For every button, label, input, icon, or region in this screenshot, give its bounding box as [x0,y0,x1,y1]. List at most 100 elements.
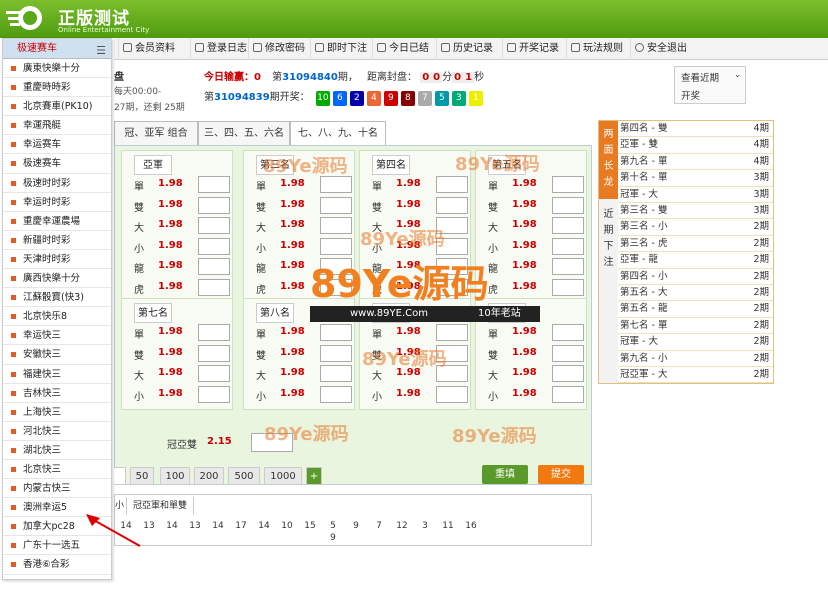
submit-button[interactable]: 提交 [538,465,584,484]
bet-amount-input[interactable] [320,237,352,255]
bet-amount-input[interactable] [198,237,230,255]
long-dragon-panel: 两面长龙 近期下注 第四名 - 雙 4期 亞軍 - 雙 4期 第九名 - 單 4期 第十名 … [598,120,774,384]
bet-amount-input[interactable] [198,196,230,214]
result-number: 10 [281,521,293,531]
nav-instant-bet[interactable]: 即时下注 [310,38,367,60]
bet-label: 小 [372,391,382,403]
bet-amount-input[interactable] [436,324,468,341]
bet-amount-input[interactable] [320,344,352,362]
tab-seven-to-ten[interactable]: 七、八、九、十名 [290,121,386,145]
lottery-item[interactable]: 极速时时彩 [3,174,111,193]
bet-amount-input[interactable] [320,365,352,382]
nav-change-password[interactable]: 修改密码 [248,38,305,60]
bet-amount-input[interactable] [198,278,230,296]
bet-amount-input[interactable] [436,176,468,193]
bet-amount-input[interactable] [198,365,230,382]
bet-amount-input[interactable] [198,217,230,234]
bet-amount-input[interactable] [552,278,584,296]
lottery-item[interactable]: 上海快三 [3,403,111,422]
chip-add-button[interactable]: + [306,467,322,485]
tab-top-two[interactable]: 冠、亚军 组合 [114,121,198,145]
lottery-item[interactable]: 幸运时时彩 [3,193,111,212]
bet-amount-input[interactable] [198,176,230,193]
lottery-item[interactable]: 内蒙古快三 [3,479,111,499]
lottery-item[interactable]: 幸运赛车 [3,135,111,155]
nav-rules[interactable]: 玩法规则 [566,38,623,60]
draw-ball: 8 [400,91,415,106]
lottery-item[interactable]: 新疆时时彩 [3,231,111,250]
lottery-item[interactable]: 廣西快樂十分 [3,269,111,289]
lottery-item[interactable]: 安徽快三 [3,345,111,365]
nav-draw-results[interactable]: 开奖记录 [502,38,559,60]
reset-button[interactable]: 重填 [482,465,528,484]
bet-amount-input[interactable] [198,385,230,403]
lottery-item[interactable]: 重慶時時彩 [3,78,111,98]
bet-amount-input[interactable] [552,324,584,341]
chip-1000[interactable]: 1000 [264,467,302,485]
amount-input[interactable] [114,467,126,485]
bet-amount-input[interactable] [552,196,584,214]
draw-ball: 1 [468,91,483,106]
bet-amount-input[interactable] [198,258,230,275]
bet-amount-input[interactable] [552,258,584,275]
tab-recent-bets[interactable]: 近期下注 [599,199,618,383]
bet-row: 大 1.98 [244,364,354,385]
lottery-item[interactable]: 湖北快三 [3,441,111,460]
bet-amount-input[interactable] [320,217,352,234]
chip-50[interactable]: 50 [130,467,154,485]
bet-amount-input[interactable] [198,324,230,341]
bet-amount-input[interactable] [320,324,352,341]
tab-three-to-six[interactable]: 三、四、五、六名 [198,121,290,145]
lottery-item[interactable]: 天津时时彩 [3,250,111,270]
lottery-item[interactable]: 北京賽車(PK10) [3,97,111,117]
nav-today-settled[interactable]: 今日已结 [372,38,429,60]
bet-label: 龍 [134,264,144,275]
bet-amount-input[interactable] [552,385,584,403]
chip-500[interactable]: 500 [228,467,260,485]
lottery-item[interactable]: 北京快乐8 [3,307,111,327]
bet-row: 小 1.98 [122,237,232,258]
tab-long-dragon[interactable]: 两面长龙 [599,121,618,199]
streak-row: 第三名 - 虎 2期 [618,236,773,253]
bet-amount-input[interactable] [436,196,468,214]
bullet-icon [11,104,16,110]
lottery-item[interactable]: 幸運飛艇 [3,116,111,136]
nav-login-log[interactable]: 登录日志 [190,38,247,60]
lottery-item[interactable]: 福建快三 [3,365,111,384]
bullet-icon [11,543,16,549]
bet-amount-input[interactable] [552,344,584,362]
bet-label: 大 [488,223,498,234]
recent-draws-select[interactable]: 查看近期 开奖 ⌄ [674,66,746,104]
nav-logout[interactable]: 安全退出 [630,38,687,60]
bet-amount-input[interactable] [436,385,468,403]
lottery-item[interactable]: 江蘇骰寶(快3) [3,288,111,308]
draw-ball: 5 [434,91,449,106]
nav-history[interactable]: 历史记录 [436,38,493,60]
bet-label: 雙 [256,350,266,362]
lottery-item[interactable]: 极速赛车 [3,154,111,174]
bullet-icon [11,505,16,511]
lottery-menu-title[interactable]: 极速赛车 ☰ [3,39,111,59]
lottery-item[interactable]: 廣東快樂十分 [3,59,111,79]
calendar-icon [377,43,386,52]
lottery-item[interactable]: 河北快三 [3,422,111,441]
draw-ball: 10 [315,91,330,106]
bullet-icon [11,199,16,205]
lottery-item[interactable]: 重慶幸運農場 [3,212,111,231]
bet-amount-input[interactable] [552,365,584,382]
chip-100[interactable]: 100 [160,467,190,485]
chip-200[interactable]: 200 [194,467,224,485]
lottery-item[interactable]: 吉林快三 [3,384,111,403]
nav-member-info[interactable]: 会员资料 [118,38,175,60]
lottery-item[interactable]: 幸运快三 [3,326,111,346]
bet-amount-input[interactable] [320,385,352,403]
bet-amount-input[interactable] [320,196,352,214]
lottery-item[interactable]: 北京快三 [3,460,111,480]
lottery-item[interactable]: 香港⑥合彩 [3,555,111,575]
bet-amount-input[interactable] [198,344,230,362]
bet-amount-input[interactable] [320,176,352,193]
bet-amount-input[interactable] [552,176,584,193]
bet-amount-input[interactable] [552,217,584,234]
bet-row: 單 1.98 [360,323,470,344]
bet-amount-input[interactable] [552,237,584,255]
